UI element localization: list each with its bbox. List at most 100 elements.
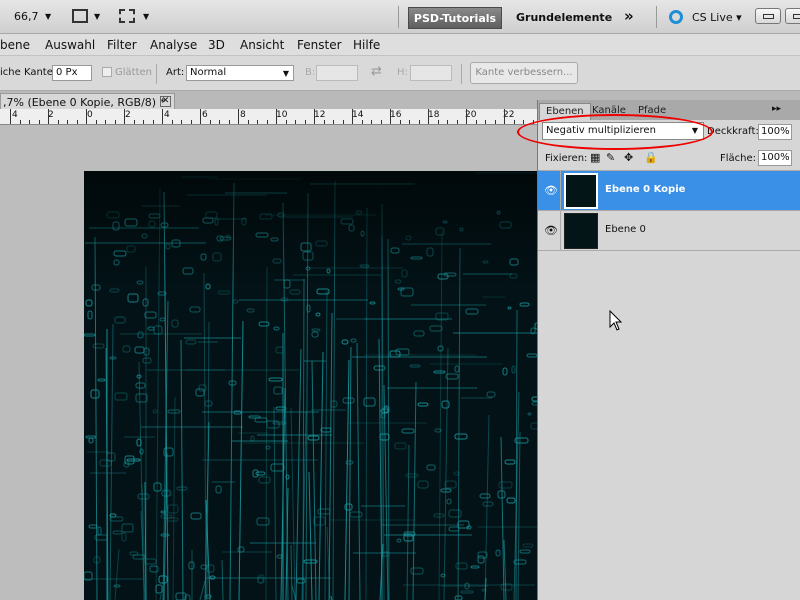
lock-all-icon[interactable]: 🔒 xyxy=(644,151,658,164)
ruler-tick xyxy=(229,120,230,124)
height-input[interactable] xyxy=(410,65,452,81)
ruler-tick xyxy=(314,109,315,124)
layer-row[interactable]: 👁 Ebene 0 xyxy=(538,210,800,251)
lock-brush-icon[interactable]: ✎ xyxy=(606,151,615,164)
panel-tabs: Ebenen Kanäle Pfade ▸▸ xyxy=(538,100,800,120)
blend-mode-select[interactable]: Negativ multiplizieren ▼ xyxy=(542,122,704,140)
document-title: ,7% (Ebene 0 Kopie, RGB/8) * xyxy=(3,96,166,109)
options-bar: iche Kante: 0 Px Glätten Art: Normal ▼ B:… xyxy=(0,56,800,91)
cs-live-menu[interactable]: CS Live ▾ xyxy=(692,11,742,24)
soft-edge-input[interactable]: 0 Px xyxy=(52,65,92,81)
ruler-tick xyxy=(67,120,68,124)
lock-label: Fixieren: xyxy=(545,153,588,164)
anti-alias-checkbox[interactable] xyxy=(102,67,112,77)
blend-mode-value: Negativ multiplizieren xyxy=(546,125,656,136)
application-bar: 66,7 ▼ ▼ ▼ PSD-Tutorials Grundelemente »… xyxy=(0,0,800,34)
tab-ebenen[interactable]: Ebenen xyxy=(539,103,591,120)
height-label: H: xyxy=(397,67,408,78)
ruler-tick xyxy=(143,120,144,124)
ruler-tick xyxy=(96,120,97,124)
arrange-documents-icon[interactable] xyxy=(72,9,88,23)
ruler-tick xyxy=(276,109,277,124)
separator xyxy=(398,6,399,28)
ruler-tick xyxy=(295,120,296,124)
tab-kanaele[interactable]: Kanäle xyxy=(586,103,632,120)
fill-input[interactable]: 100% xyxy=(758,150,792,166)
swap-icon[interactable]: ⇄ xyxy=(371,64,382,79)
zoom-level[interactable]: 66,7 xyxy=(14,10,39,23)
document-canvas[interactable] xyxy=(84,171,537,600)
workspace-grundelemente-button[interactable]: Grundelemente xyxy=(516,11,612,24)
layer-row[interactable]: 👁 Ebene 0 Kopie xyxy=(538,170,800,211)
ruler-tick xyxy=(390,109,391,124)
ruler-tick xyxy=(210,120,211,124)
opacity-input[interactable]: 100% xyxy=(758,124,792,140)
menu-hilfe[interactable]: Hilfe xyxy=(353,38,380,52)
menu-auswahl[interactable]: Auswahl xyxy=(45,38,95,52)
separator xyxy=(656,6,657,28)
ruler-tick xyxy=(504,109,505,124)
restore-button[interactable] xyxy=(785,8,800,24)
ruler-tick xyxy=(485,120,486,124)
lock-position-icon[interactable]: ✥ xyxy=(624,151,633,164)
lock-transparency-icon[interactable]: ▦ xyxy=(590,151,600,164)
ruler-tick xyxy=(305,120,306,124)
more-workspaces-icon[interactable]: » xyxy=(624,7,634,25)
ruler-label: 4 xyxy=(164,110,170,120)
cs-live-icon[interactable] xyxy=(669,10,683,24)
ruler-tick xyxy=(286,120,287,124)
screen-mode-icon[interactable] xyxy=(119,9,135,23)
minimize-button[interactable] xyxy=(755,8,781,24)
restore-icon xyxy=(793,14,800,19)
ruler-tick xyxy=(219,120,220,124)
eye-icon[interactable]: 👁 xyxy=(544,184,558,197)
style-label: Art: xyxy=(166,67,185,78)
ruler-tick xyxy=(191,120,192,124)
width-label: B: xyxy=(305,67,316,78)
tab-pfade[interactable]: Pfade xyxy=(632,103,672,120)
menu-analyse[interactable]: Analyse xyxy=(150,38,197,52)
close-icon[interactable]: ✕ xyxy=(160,96,171,107)
layers-panel: Ebenen Kanäle Pfade ▸▸ Negativ multipliz… xyxy=(537,100,800,600)
refine-edge-button[interactable]: Kante verbessern... xyxy=(470,62,578,84)
menu-filter[interactable]: Filter xyxy=(107,38,137,52)
opacity-label: Deckkraft: xyxy=(707,126,759,137)
menu-3d[interactable]: 3D xyxy=(208,38,225,52)
width-input[interactable] xyxy=(316,65,358,81)
screen-mode-dropdown-icon[interactable]: ▼ xyxy=(143,12,149,21)
eye-icon[interactable]: 👁 xyxy=(544,224,558,237)
document-tab[interactable]: ,7% (Ebene 0 Kopie, RGB/8) * ✕ xyxy=(0,93,175,109)
ruler-label: 10 xyxy=(276,110,288,120)
separator xyxy=(156,64,157,84)
arrange-dropdown-icon[interactable]: ▼ xyxy=(94,12,100,21)
ruler-tick xyxy=(134,120,135,124)
ruler-tick xyxy=(466,109,467,124)
ruler-tick xyxy=(438,120,439,124)
chevron-down-icon: ▼ xyxy=(282,69,289,78)
menu-ebene[interactable]: bene xyxy=(0,38,30,52)
ruler-tick xyxy=(257,120,258,124)
workspace-psd-tutorials-button[interactable]: PSD-Tutorials xyxy=(408,7,502,29)
ruler-label: 12 xyxy=(314,110,326,120)
circuit-texture-image xyxy=(84,171,537,600)
zoom-dropdown-icon[interactable]: ▼ xyxy=(45,12,51,21)
ruler-tick xyxy=(10,109,11,124)
ruler-tick xyxy=(400,120,401,124)
ruler-label: 18 xyxy=(428,110,440,120)
ruler-tick xyxy=(162,109,163,124)
ruler-tick xyxy=(20,120,21,124)
menu-fenster[interactable]: Fenster xyxy=(297,38,342,52)
ruler-tick xyxy=(181,120,182,124)
ruler-tick xyxy=(533,120,534,124)
ruler-tick xyxy=(333,120,334,124)
style-select[interactable]: Normal ▼ xyxy=(186,65,294,81)
ruler-tick xyxy=(267,120,268,124)
menu-ansicht[interactable]: Ansicht xyxy=(240,38,284,52)
ruler-tick xyxy=(58,120,59,124)
ruler-tick xyxy=(495,120,496,124)
ruler-label: 8 xyxy=(240,110,246,120)
chevron-down-icon: ▼ xyxy=(691,126,698,135)
layer-name: Ebene 0 xyxy=(605,224,646,235)
panel-menu-icon[interactable]: ▸▸ xyxy=(772,104,781,114)
ruler-tick xyxy=(115,120,116,124)
